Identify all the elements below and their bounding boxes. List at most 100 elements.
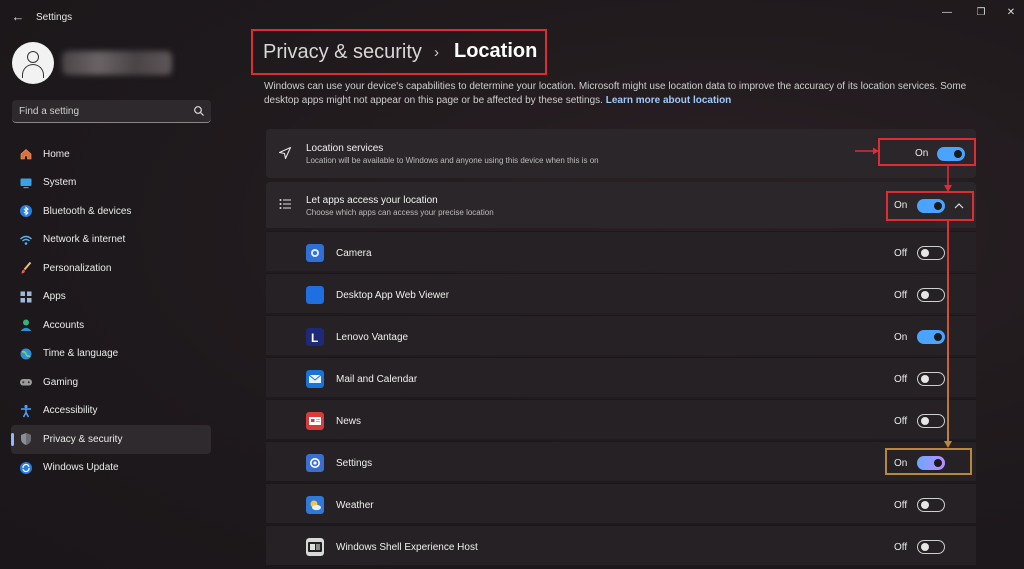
sidebar-item-apps[interactable]: Apps bbox=[11, 283, 211, 312]
app-row-weather: Weather Off bbox=[266, 483, 976, 523]
app-toggle-state: Off bbox=[894, 416, 908, 427]
minimize-button[interactable]: — bbox=[938, 6, 956, 20]
sidebar-item-personalization[interactable]: Personalization bbox=[11, 254, 211, 283]
connector-line bbox=[947, 221, 949, 446]
lenovo-vantage-icon: L bbox=[306, 328, 324, 346]
app-name: Weather bbox=[336, 500, 374, 511]
apps-icon bbox=[18, 289, 34, 305]
avatar[interactable] bbox=[12, 42, 54, 84]
app-toggle-weather[interactable] bbox=[917, 498, 945, 512]
accessibility-icon bbox=[18, 403, 34, 419]
sidebar-nav: Home System Bluetooth & devices Network … bbox=[11, 140, 211, 482]
app-access-title: Let apps access your location bbox=[306, 195, 438, 206]
sidebar-item-bluetooth[interactable]: Bluetooth & devices bbox=[11, 197, 211, 226]
app-row-mail-and-calendar: Mail and Calendar Off bbox=[266, 357, 976, 397]
app-row-camera: Camera Off bbox=[266, 231, 976, 271]
location-services-title: Location services bbox=[306, 143, 384, 154]
web-viewer-icon bbox=[306, 286, 324, 304]
breadcrumb-separator: › bbox=[434, 44, 439, 61]
toggle-knob bbox=[921, 375, 929, 383]
toggle-knob bbox=[921, 543, 929, 551]
update-icon bbox=[18, 460, 34, 476]
search-icon bbox=[194, 106, 204, 116]
app-toggle-mail-and-calendar[interactable] bbox=[917, 372, 945, 386]
shell-host-icon bbox=[306, 538, 324, 556]
app-toggle-camera[interactable] bbox=[917, 246, 945, 260]
sidebar-item-accounts[interactable]: Accounts bbox=[11, 311, 211, 340]
toggle-knob bbox=[934, 333, 942, 341]
app-toggle-news[interactable] bbox=[917, 414, 945, 428]
home-icon bbox=[18, 146, 34, 162]
app-toggle-lenovo-vantage[interactable] bbox=[917, 330, 945, 344]
red-arrow-right-icon bbox=[855, 147, 879, 155]
weather-icon bbox=[306, 496, 324, 514]
red-arrow-down-icon bbox=[944, 165, 952, 192]
gamepad-icon bbox=[18, 374, 34, 390]
app-row-windows-shell-experience-host: Windows Shell Experience Host Off bbox=[266, 525, 976, 565]
shield-icon bbox=[18, 431, 34, 447]
page-title: Location bbox=[454, 40, 538, 62]
app-toggle-state: Off bbox=[894, 542, 908, 553]
sidebar-item-privacy-security[interactable]: Privacy & security bbox=[11, 425, 211, 454]
search-placeholder: Find a setting bbox=[19, 106, 80, 117]
app-name: Desktop App Web Viewer bbox=[336, 290, 450, 301]
settings-gear-icon bbox=[306, 454, 324, 472]
news-icon bbox=[306, 412, 324, 430]
close-button[interactable]: ✕ bbox=[1002, 6, 1020, 20]
back-arrow-icon[interactable]: ← bbox=[10, 9, 26, 25]
app-toggle-state: Off bbox=[894, 374, 908, 385]
sidebar-item-gaming[interactable]: Gaming bbox=[11, 368, 211, 397]
app-row-news: News Off bbox=[266, 399, 976, 439]
app-toggle-windows-shell-experience-host[interactable] bbox=[917, 540, 945, 554]
sidebar-item-home[interactable]: Home bbox=[11, 140, 211, 169]
app-access-subtitle: Choose which apps can access your precis… bbox=[306, 208, 494, 217]
sidebar-item-system[interactable]: System bbox=[11, 169, 211, 198]
list-icon bbox=[279, 199, 291, 209]
camera-icon bbox=[306, 244, 324, 262]
app-toggle-state: Off bbox=[894, 248, 908, 259]
app-name: News bbox=[336, 416, 362, 427]
blurred-user-name bbox=[62, 51, 172, 75]
location-services-highlight bbox=[878, 138, 976, 166]
app-toggle-state: On bbox=[894, 332, 908, 343]
search-input[interactable]: Find a setting bbox=[12, 100, 211, 123]
app-name: Windows Shell Experience Host bbox=[336, 542, 478, 553]
app-toggle-state: Off bbox=[894, 290, 908, 301]
app-row-desktop-app-web-viewer: Desktop App Web Viewer Off bbox=[266, 273, 976, 313]
app-name: Settings bbox=[336, 458, 373, 469]
maximize-button[interactable]: ❐ bbox=[972, 6, 990, 20]
learn-more-link[interactable]: Learn more about location bbox=[606, 95, 732, 106]
brush-icon bbox=[18, 260, 34, 276]
toggle-knob bbox=[921, 249, 929, 257]
app-access-card[interactable]: Let apps access your location Choose whi… bbox=[266, 182, 976, 228]
bluetooth-icon bbox=[18, 203, 34, 219]
network-icon bbox=[18, 232, 34, 248]
app-row-settings: Settings On bbox=[266, 441, 976, 481]
sidebar-item-windows-update[interactable]: Windows Update bbox=[11, 454, 211, 483]
svg-text:L: L bbox=[311, 331, 318, 345]
breadcrumb-parent[interactable]: Privacy & security bbox=[263, 41, 422, 64]
accounts-icon bbox=[18, 317, 34, 333]
toggle-knob bbox=[921, 501, 929, 509]
toggle-knob bbox=[921, 417, 929, 425]
globe-icon bbox=[18, 346, 34, 362]
location-arrow-icon bbox=[278, 146, 292, 160]
page-description: Windows can use your device's capabiliti… bbox=[264, 81, 967, 106]
app-access-highlight bbox=[886, 191, 974, 221]
toggle-knob bbox=[921, 291, 929, 299]
app-title: Settings bbox=[36, 12, 73, 23]
sidebar-item-time-language[interactable]: Time & language bbox=[11, 340, 211, 369]
app-toggle-desktop-app-web-viewer[interactable] bbox=[917, 288, 945, 302]
sidebar-item-network[interactable]: Network & internet bbox=[11, 226, 211, 255]
location-services-subtitle: Location will be available to Windows an… bbox=[306, 156, 599, 165]
app-name: Lenovo Vantage bbox=[336, 332, 409, 343]
app-toggle-state: Off bbox=[894, 500, 908, 511]
sidebar-item-accessibility[interactable]: Accessibility bbox=[11, 397, 211, 426]
app-name: Camera bbox=[336, 248, 372, 259]
app-name: Mail and Calendar bbox=[336, 374, 418, 385]
system-icon bbox=[18, 175, 34, 191]
app-row-lenovo-vantage: L Lenovo Vantage On bbox=[266, 315, 976, 355]
mail-icon bbox=[306, 370, 324, 388]
settings-toggle-highlight bbox=[885, 448, 972, 475]
user-icon bbox=[27, 51, 39, 63]
